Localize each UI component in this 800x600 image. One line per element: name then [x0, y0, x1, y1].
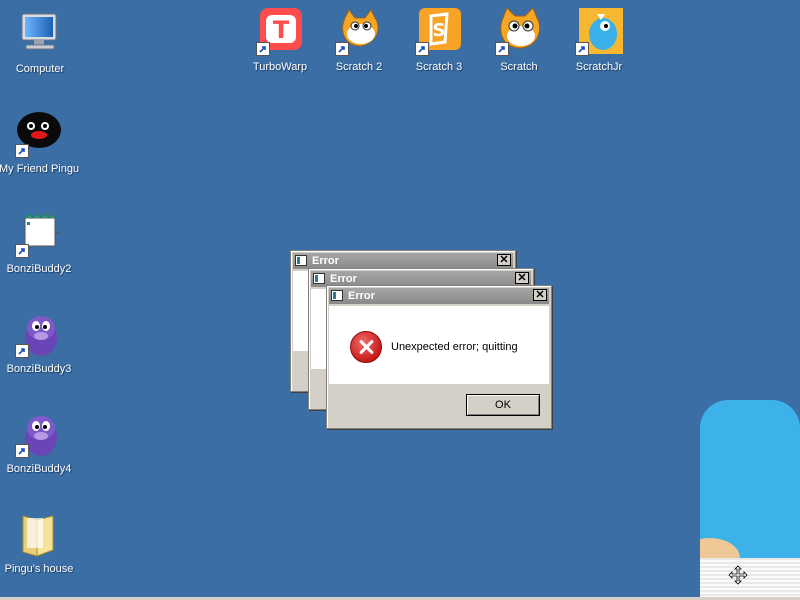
dialog-title: Error	[312, 255, 339, 267]
desktop-icon-bonzibuddy3[interactable]: BonziBuddy3	[0, 310, 79, 375]
icon-label: BonziBuddy3	[6, 363, 72, 375]
move-cursor-icon	[728, 565, 748, 585]
icon-label: TurboWarp	[252, 61, 308, 73]
shortcut-arrow-icon	[15, 244, 29, 258]
svg-text:S: S	[433, 20, 446, 41]
scratch-cat-icon	[495, 7, 543, 56]
icon-label: ScratchJr	[575, 61, 623, 73]
desktop-icon-bonzibuddy2[interactable]: BonziBuddy2	[0, 210, 79, 275]
icon-label: Scratch 2	[335, 61, 383, 73]
shortcut-arrow-icon	[15, 444, 29, 458]
scratch-cat-icon	[335, 8, 383, 56]
ok-button[interactable]: OK	[466, 394, 540, 416]
error-dialog-front[interactable]: Error ✕ Unexpected error; quitting OK	[326, 285, 552, 429]
scratch3-icon: S	[415, 8, 463, 56]
desktop-icon-turbowarp[interactable]: T TurboWarp	[240, 8, 320, 73]
shortcut-arrow-icon	[495, 42, 509, 56]
icon-label: BonziBuddy2	[6, 263, 72, 275]
icon-label: BonziBuddy4	[6, 463, 72, 475]
scratchjr-icon	[575, 8, 625, 56]
shortcut-arrow-icon	[15, 144, 29, 158]
svg-text:T: T	[273, 16, 290, 44]
shortcut-arrow-icon	[256, 42, 270, 56]
shortcut-arrow-icon	[15, 344, 29, 358]
desktop-icon-scratch-2[interactable]: Scratch 2	[319, 8, 399, 73]
app-icon	[295, 255, 307, 266]
computer-icon	[16, 10, 64, 58]
desktop-icon-my-friend-pingu[interactable]: My Friend Pingu	[0, 110, 79, 175]
app-icon	[313, 273, 325, 284]
partial-window[interactable]	[700, 400, 800, 600]
window-blue-panel	[700, 400, 800, 560]
desktop-icon-scratch-3[interactable]: S Scratch 3	[399, 8, 479, 73]
turbowarp-icon: T	[256, 8, 304, 56]
bonzibuddy3-icon	[15, 310, 63, 358]
app-icon	[331, 290, 343, 301]
icon-label: Pingu's house	[4, 563, 74, 575]
desktop-icon-pingus-house[interactable]: Pingu's house	[0, 510, 79, 575]
folder-icon	[15, 510, 63, 558]
icon-label: Scratch	[500, 61, 538, 73]
desktop-icon-scratchjr[interactable]: ScratchJr	[559, 8, 639, 73]
close-button[interactable]: ✕	[515, 272, 529, 284]
icon-label: Computer	[15, 63, 65, 75]
icon-label: Scratch 3	[415, 61, 463, 73]
shortcut-arrow-icon	[335, 42, 349, 56]
close-button[interactable]: ✕	[497, 254, 511, 266]
window-striped-footer	[700, 558, 800, 600]
shortcut-arrow-icon	[575, 42, 589, 56]
dialog-title: Error	[330, 273, 357, 285]
title-bar[interactable]: Error ✕	[293, 253, 513, 269]
close-button[interactable]: ✕	[533, 289, 547, 301]
pingu-icon	[15, 110, 63, 158]
bonzibuddy2-icon	[15, 210, 63, 258]
icon-label: My Friend Pingu	[0, 163, 80, 175]
desktop-icon-bonzibuddy4[interactable]: BonziBuddy4	[0, 410, 79, 475]
shortcut-arrow-icon	[415, 42, 429, 56]
desktop-icon-computer[interactable]: Computer	[0, 10, 80, 75]
dialog-title: Error	[348, 290, 375, 302]
error-message: Unexpected error; quitting	[391, 341, 518, 353]
desktop-icon-scratch[interactable]: Scratch	[479, 7, 559, 73]
dialog-message-area: Unexpected error; quitting	[329, 306, 549, 384]
bonzibuddy4-icon	[15, 410, 63, 458]
error-icon	[350, 331, 382, 363]
title-bar[interactable]: Error ✕	[329, 288, 549, 304]
